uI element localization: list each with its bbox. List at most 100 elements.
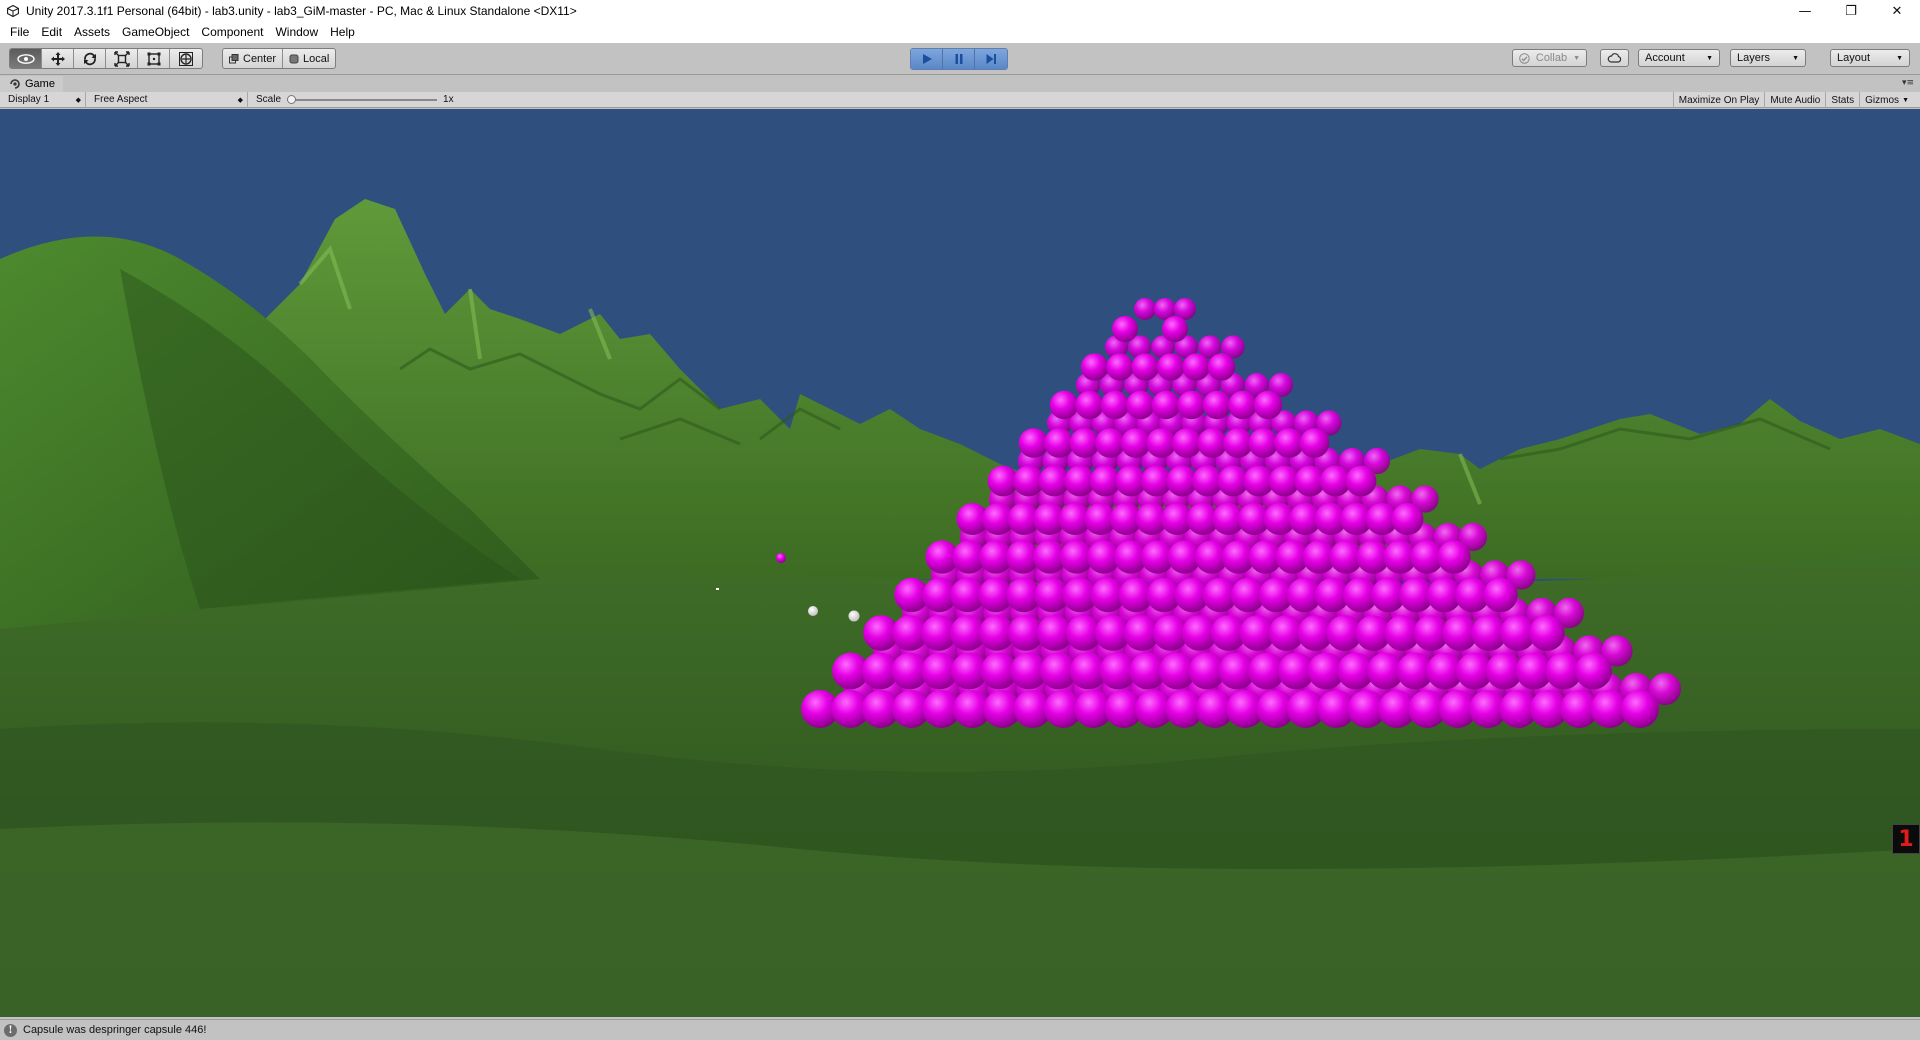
pyramid-sphere	[1095, 428, 1125, 458]
aspect-arrows-icon: ◆	[237, 96, 243, 104]
layout-dropdown[interactable]: Layout ▼	[1830, 49, 1910, 67]
white-speck	[716, 588, 719, 590]
pyramid-sphere	[1106, 353, 1134, 381]
stats-toggle[interactable]: Stats	[1825, 92, 1859, 108]
pyramid-sphere	[1228, 390, 1257, 420]
play-button[interactable]	[911, 49, 943, 69]
scale-icon	[113, 50, 130, 67]
layers-label: Layers	[1737, 52, 1771, 64]
pyramid-sphere	[1437, 540, 1471, 574]
move-icon	[50, 51, 65, 66]
status-bar: ! Capsule was despringer capsule 446!	[0, 1019, 1920, 1040]
pyramid-sphere	[1223, 428, 1253, 458]
pyramid-sphere	[1299, 428, 1330, 458]
move-tool-button[interactable]	[42, 49, 74, 68]
pyramid-sphere	[1172, 428, 1202, 458]
account-dropdown-arrow-icon: ▼	[1706, 54, 1713, 62]
unity-logo-icon	[6, 4, 20, 18]
window-title: Unity 2017.3.1f1 Personal (64bit) - lab3…	[26, 4, 577, 18]
pyramid-sphere	[1162, 316, 1188, 342]
pyramid-sphere	[1483, 577, 1518, 613]
pivot-center-icon	[229, 53, 239, 63]
mute-audio-toggle[interactable]: Mute Audio	[1764, 92, 1825, 108]
info-icon: !	[4, 1023, 17, 1037]
restore-button[interactable]: ❐	[1828, 0, 1874, 22]
layers-dropdown-arrow-icon: ▼	[1792, 54, 1799, 62]
transform-tool-button[interactable]	[170, 49, 202, 68]
gizmos-dropdown[interactable]: Gizmos ▼	[1859, 92, 1914, 108]
pyramid-sphere	[1197, 428, 1228, 458]
pivot-local-label: Local	[303, 52, 330, 65]
menu-assets[interactable]: Assets	[68, 22, 116, 43]
counter-badge: 1	[1892, 824, 1920, 854]
game-view-toggles: Maximize On Play Mute Audio Stats Gizmos…	[1672, 92, 1914, 108]
maximize-on-play-toggle[interactable]: Maximize On Play	[1672, 92, 1765, 108]
stray-sphere-magenta	[776, 553, 786, 563]
pause-button[interactable]	[943, 49, 975, 69]
pivot-local-toggle[interactable]: Local	[283, 49, 335, 68]
rotate-icon	[83, 52, 96, 65]
display-dropdown[interactable]: Display 1 ◆	[0, 91, 86, 108]
display-arrows-icon: ◆	[75, 96, 81, 104]
pivot-center-label: Center	[243, 52, 277, 65]
pyramid-sphere	[1151, 390, 1181, 420]
pyramid-sphere	[1177, 390, 1206, 420]
rotate-tool-button[interactable]	[74, 49, 106, 68]
account-label: Account	[1645, 52, 1685, 64]
white-ball-2	[848, 610, 860, 622]
pyramid-sphere	[1100, 390, 1130, 420]
pyramid-sphere	[1253, 390, 1283, 420]
menu-help[interactable]: Help	[324, 22, 361, 43]
tab-game[interactable]: Game	[0, 76, 63, 92]
pause-icon	[955, 54, 962, 64]
menu-edit[interactable]: Edit	[35, 22, 68, 43]
menu-file[interactable]: File	[4, 22, 35, 43]
scale-slider-handle[interactable]	[287, 94, 297, 104]
pyramid-sphere	[1146, 428, 1176, 458]
pyramid-sphere	[1049, 390, 1079, 420]
close-button[interactable]: ✕	[1874, 0, 1920, 22]
game-tab-bar: Game ▾≡	[0, 76, 1920, 92]
scale-slider[interactable]	[287, 94, 438, 104]
collab-label: Collab	[1535, 52, 1568, 64]
menu-gameobject[interactable]: GameObject	[116, 22, 195, 43]
gizmos-label: Gizmos	[1865, 94, 1900, 106]
status-message[interactable]: Capsule was despringer capsule 446!	[23, 1024, 206, 1036]
tab-menu-icon[interactable]: ▾≡	[1902, 78, 1914, 88]
pyramid-sphere	[1182, 353, 1210, 381]
collab-dropdown[interactable]: Collab ▼	[1512, 49, 1587, 67]
pyramid-sphere	[1529, 615, 1565, 651]
pivot-center-toggle[interactable]: Center	[223, 49, 284, 68]
pyramid-sphere	[1248, 428, 1279, 458]
pyramid-sphere	[1120, 428, 1151, 458]
pyramid-sphere	[1345, 465, 1377, 497]
minimize-button[interactable]: —	[1782, 0, 1828, 22]
cloud-button[interactable]	[1600, 49, 1629, 67]
aspect-dropdown[interactable]: Free Aspect ◆	[86, 91, 248, 108]
step-button[interactable]	[975, 49, 1007, 69]
game-tab-label: Game	[25, 78, 55, 90]
pivot-controls: Center Local	[222, 48, 337, 69]
pyramid-sphere	[1044, 428, 1074, 458]
scale-tool-button[interactable]	[106, 49, 138, 68]
collab-check-icon	[1519, 52, 1530, 64]
transform-tools	[9, 48, 203, 69]
transform-tool-icon	[179, 51, 193, 66]
scale-value: 1x	[443, 94, 454, 105]
menu-component[interactable]: Component	[195, 22, 269, 43]
pyramid-sphere	[1126, 390, 1155, 420]
game-view[interactable]: 1	[0, 109, 1920, 1017]
account-dropdown[interactable]: Account ▼	[1638, 49, 1720, 67]
rect-tool-button[interactable]	[138, 49, 170, 68]
pyramid-sphere	[1202, 390, 1232, 420]
view-tool-button[interactable]	[10, 49, 42, 68]
pyramid-sphere	[1134, 298, 1156, 320]
pyramid-sphere	[1575, 652, 1612, 690]
pyramid-sphere	[1274, 428, 1304, 458]
collab-dropdown-arrow-icon: ▼	[1573, 54, 1580, 62]
aspect-label: Free Aspect	[94, 94, 148, 105]
pyramid-sphere	[1075, 390, 1104, 420]
menu-window[interactable]: Window	[269, 22, 324, 43]
layers-dropdown[interactable]: Layers ▼	[1730, 49, 1806, 67]
play-controls	[910, 48, 1008, 70]
